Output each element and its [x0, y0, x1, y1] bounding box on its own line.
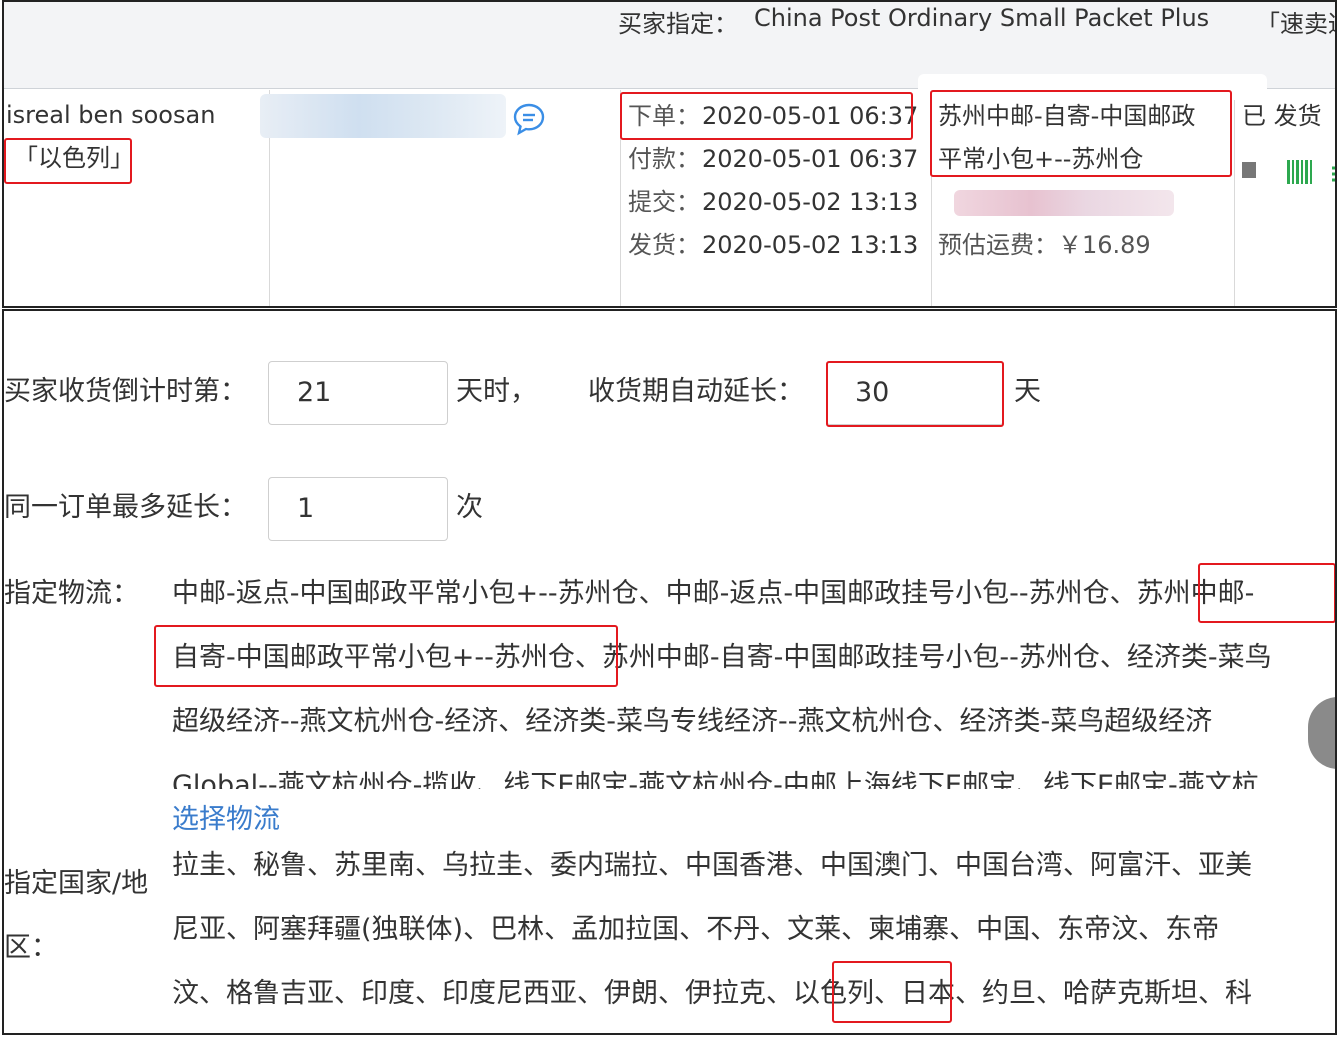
country-list-line: 尼亚、阿塞拜疆(独联体)、巴林、孟加拉国、不丹、文莱、柬埔寨、中国、东帝汶、东帝: [172, 914, 1220, 945]
logistics-label: 指定物流：: [4, 578, 139, 609]
country-list: 拉圭、秘鲁、苏里南、乌拉圭、委内瑞拉、中国香港、中国澳门、中国台湾、阿富汗、亚美…: [172, 833, 1335, 1033]
highlight-box: [930, 90, 1232, 177]
max-extend-label: 同一订单最多延长：: [4, 492, 247, 523]
country-list-line: 汶、格鲁吉亚、印度、印度尼西亚、伊朗、伊拉克、以色列、日本、约旦、哈萨克斯坦、科: [172, 978, 1252, 1009]
buyer-name[interactable]: isreal ben soosan: [6, 100, 215, 130]
logistics-list-line: Global--燕文杭州仓-揽收、线下E邮宝-燕文杭州仓-中邮上海线下E邮宝、线…: [172, 770, 1259, 789]
select-logistics-link[interactable]: 选择物流: [172, 803, 280, 837]
time-value: 2020-05-01 06:37: [702, 145, 919, 173]
countdown-input[interactable]: 21: [268, 361, 448, 425]
redacted-tracking: [954, 190, 1174, 216]
estimated-freight: 预估运费：￥16.89: [938, 231, 1151, 259]
countdown-suffix: 天时，: [456, 376, 537, 407]
country-label: 指定国家/地: [4, 868, 149, 899]
order-row-panel: 买家指定： China Post Ordinary Small Packet P…: [2, 0, 1337, 308]
max-extend-suffix: 次: [456, 492, 483, 523]
time-value: 2020-05-02 13:13: [702, 188, 919, 216]
print-icon[interactable]: [1242, 162, 1256, 178]
max-extend-input[interactable]: 1: [268, 477, 448, 541]
chat-icon[interactable]: [512, 102, 546, 136]
logistics-list-line: 超级经济--燕文杭州仓-经济、经济类-菜鸟专线经济--燕文杭州仓、经济类-菜鸟超…: [172, 706, 1213, 737]
column-divider: [1234, 90, 1235, 306]
barcode-icon[interactable]: [1286, 159, 1314, 185]
store-name-partial: 「速卖通: [1256, 10, 1335, 38]
highlight-box: [4, 138, 132, 184]
auto-extend-label: 收货期自动延长：: [588, 376, 804, 407]
highlight-box: [832, 961, 952, 1023]
buyer-specified-label: 买家指定：: [618, 10, 738, 38]
auto-extend-suffix: 天: [1014, 376, 1041, 407]
country-list-line: 拉圭、秘鲁、苏里南、乌拉圭、委内瑞拉、中国香港、中国澳门、中国台湾、阿富汗、亚美: [172, 850, 1252, 881]
logistics-list-line: 中邮-返点-中国邮政平常小包+--苏州仓、中邮-返点-中国邮政挂号小包--苏州仓…: [172, 578, 1255, 609]
time-label: 提交：: [628, 188, 700, 216]
highlight-box: [1198, 563, 1335, 623]
redacted-contact: [260, 94, 506, 138]
highlight-box: [620, 92, 913, 140]
time-label: 付款：: [628, 145, 700, 173]
highlight-box: [154, 625, 618, 687]
highlight-box: [826, 361, 1004, 427]
countdown-label: 买家收货倒计时第：: [4, 376, 247, 407]
buyer-specified-shipping: China Post Ordinary Small Packet Plus: [754, 4, 1210, 32]
shipping-status: 已 发货: [1242, 102, 1322, 130]
country-label-cont: 区：: [4, 932, 58, 963]
edit-icon[interactable]: [1330, 164, 1335, 184]
time-label: 发货：: [628, 231, 700, 259]
order-settings-panel: 买家收货倒计时第： 21 天时， 收货期自动延长： 30 天 同一订单最多延长：…: [2, 309, 1337, 1035]
time-value: 2020-05-02 13:13: [702, 231, 919, 259]
